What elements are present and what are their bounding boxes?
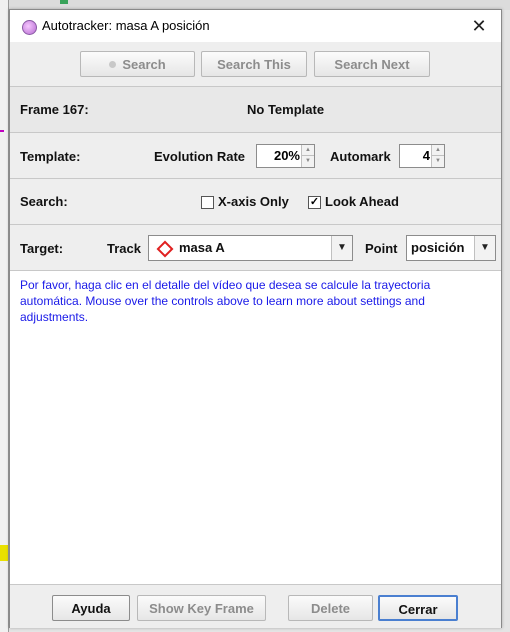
close-button-label: Cerrar (398, 602, 438, 617)
background-marker (0, 130, 4, 132)
spinner-up-icon[interactable]: ▲ (302, 145, 314, 156)
footer-buttons-row: Ayuda Show Key Frame Delete Cerrar (10, 584, 501, 628)
show-key-frame-label: Show Key Frame (149, 601, 254, 616)
autotracker-dialog: Autotracker: masa A posición ✕ Search Se… (9, 9, 502, 628)
spinner-down-icon[interactable]: ▼ (302, 156, 314, 166)
delete-button[interactable]: Delete (288, 595, 373, 621)
close-icon: ✕ (471, 16, 487, 36)
look-ahead-checkbox[interactable]: ✓ (308, 196, 321, 209)
background-app-edge (0, 0, 9, 632)
look-ahead-label[interactable]: Look Ahead (325, 194, 399, 209)
spinner-arrows[interactable]: ▲ ▼ (431, 145, 444, 167)
evolution-rate-spinner[interactable]: 20% ▲ ▼ (256, 144, 315, 168)
evolution-rate-label: Evolution Rate (154, 149, 246, 164)
automark-label: Automark (330, 149, 391, 164)
search-indicator-icon (109, 61, 117, 69)
template-row: Template: Evolution Rate 20% ▲ ▼ Automar… (10, 133, 501, 179)
search-options-label: Search: (20, 194, 68, 209)
help-button[interactable]: Ayuda (52, 595, 130, 621)
template-label: Template: (20, 149, 81, 164)
track-label: Track (107, 241, 141, 256)
point-label: Point (365, 241, 398, 256)
automark-spinner[interactable]: 4 ▲ ▼ (399, 144, 445, 168)
background-marker (60, 0, 68, 4)
template-status: No Template (247, 102, 325, 117)
track-dropdown[interactable]: masa A ▼ (148, 235, 353, 261)
spinner-up-icon[interactable]: ▲ (432, 145, 444, 156)
instructions-text: Por favor, haga clic en el detalle del v… (20, 278, 431, 324)
search-buttons-row: Search Search This Search Next (10, 42, 501, 87)
help-button-label: Ayuda (71, 601, 111, 616)
show-key-frame-button[interactable]: Show Key Frame (137, 595, 266, 621)
window-title: Autotracker: masa A posición (42, 18, 210, 33)
target-row: Target: Track masa A ▼ Point posición ▼ (10, 225, 501, 271)
automark-value: 4 (422, 148, 430, 163)
point-dropdown[interactable]: posición ▼ (406, 235, 496, 261)
close-window-button[interactable]: ✕ (467, 14, 491, 38)
frame-status-row: Frame 167: No Template (10, 87, 501, 133)
search-next-button[interactable]: Search Next (314, 51, 430, 77)
spinner-down-icon[interactable]: ▼ (432, 156, 444, 166)
title-bar[interactable]: Autotracker: masa A posición ✕ (10, 10, 501, 42)
frame-label: Frame 167: (20, 102, 89, 117)
background-marker (0, 545, 8, 561)
chevron-down-icon[interactable]: ▼ (474, 236, 495, 260)
target-label: Target: (20, 241, 64, 256)
app-icon (22, 20, 37, 35)
info-panel: Por favor, haga clic en el detalle del v… (10, 271, 501, 584)
point-value: posición (411, 240, 465, 255)
close-button[interactable]: Cerrar (378, 595, 458, 621)
spinner-arrows[interactable]: ▲ ▼ (301, 145, 314, 167)
evolution-rate-value: 20% (273, 148, 300, 163)
track-marker-icon (156, 240, 174, 258)
x-axis-only-checkbox[interactable] (201, 196, 214, 209)
search-this-label: Search This (217, 57, 291, 72)
search-button[interactable]: Search (80, 51, 195, 77)
search-options-row: Search: X-axis Only ✓ Look Ahead (10, 179, 501, 225)
search-button-label: Search (122, 57, 166, 72)
chevron-down-icon[interactable]: ▼ (331, 236, 352, 260)
search-this-button[interactable]: Search This (201, 51, 307, 77)
search-next-label: Search Next (334, 57, 410, 72)
delete-button-label: Delete (310, 601, 351, 616)
track-value: masa A (179, 240, 225, 255)
x-axis-only-label[interactable]: X-axis Only (218, 194, 289, 209)
